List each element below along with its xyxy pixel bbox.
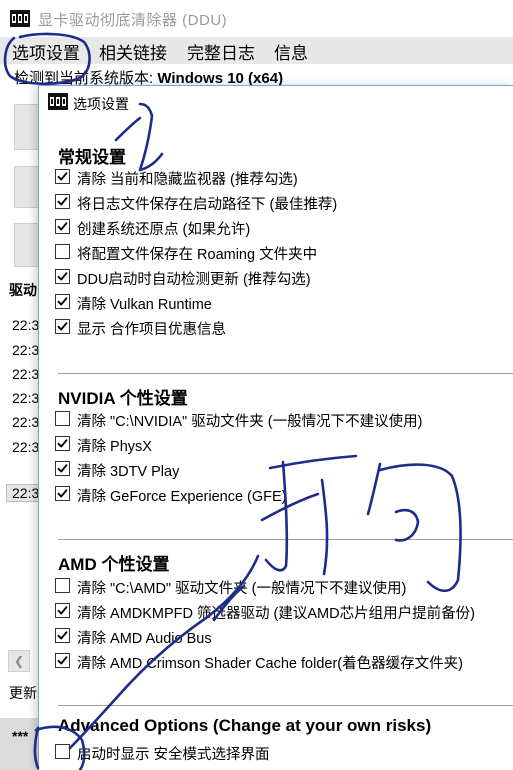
checkmark-icon	[57, 172, 68, 181]
checkmark-icon	[57, 439, 68, 448]
checkbox[interactable]	[55, 244, 70, 259]
masked-field: ***	[0, 718, 40, 770]
option-label: 清除 Vulkan Runtime	[77, 297, 212, 313]
option-label: 创建系统还原点 (如果允许)	[77, 222, 251, 238]
checkmark-icon	[57, 272, 68, 281]
log-row[interactable]: 22:3	[12, 439, 39, 455]
checkmark-icon	[57, 197, 68, 206]
checkbox[interactable]	[55, 436, 70, 451]
dialog-title: 选项设置	[73, 96, 129, 112]
checkbox[interactable]	[55, 411, 70, 426]
checkbox[interactable]	[55, 194, 70, 209]
section-general-title: 常规设置	[58, 148, 126, 167]
ddu-logo-icon	[10, 10, 30, 27]
option-label: 清除 PhysX	[77, 439, 152, 455]
checkmark-icon	[57, 489, 68, 498]
menu-options-settings[interactable]: 选项设置	[10, 39, 82, 64]
checkbox[interactable]	[55, 169, 70, 184]
log-label: 驱动	[9, 282, 37, 298]
status-label: 更新	[9, 685, 37, 701]
menu-bar: 选项设置 相关链接 完整日志 信息	[0, 37, 513, 64]
checkmark-icon	[57, 606, 68, 615]
log-row[interactable]: 22:3	[12, 390, 39, 406]
menu-info[interactable]: 信息	[272, 39, 310, 64]
checkmark-icon	[57, 222, 68, 231]
log-row[interactable]: 22:3	[12, 414, 39, 430]
option-label: 清除 "C:\AMD" 驱动文件夹 (一般情况下不建议使用)	[77, 581, 407, 597]
checkbox[interactable]	[55, 603, 70, 618]
section-advanced-title: Advanced Options (Change at your own ris…	[58, 716, 432, 735]
checkbox[interactable]	[55, 269, 70, 284]
option-label: 启动时显示 安全模式选择界面	[77, 747, 270, 763]
scroll-left-arrow-icon[interactable]: ❮	[8, 650, 30, 672]
option-label: 清除 3DTV Play	[77, 464, 180, 480]
menu-related-links[interactable]: 相关链接	[97, 39, 169, 64]
checkmark-icon	[57, 464, 68, 473]
log-row[interactable]: 22:3	[12, 366, 39, 382]
option-label: 清除 AMDKMPFD 筛选器驱动 (建议AMD芯片组用户提前备份)	[77, 606, 475, 622]
options-dialog: 选项设置 常规设置 清除 当前和隐藏监视器 (推荐勾选) 将日志文件保存在启动路…	[38, 85, 513, 770]
section-divider	[58, 539, 513, 540]
checkmark-icon	[57, 297, 68, 306]
option-label: DDU启动时自动检测更新 (推荐勾选)	[77, 272, 311, 288]
checkbox[interactable]	[55, 653, 70, 668]
checkmark-icon	[57, 656, 68, 665]
ddu-logo-icon	[48, 93, 68, 110]
option-label: 清除 "C:\NVIDIA" 驱动文件夹 (一般情况下不建议使用)	[77, 414, 423, 430]
checkbox[interactable]	[55, 219, 70, 234]
checkbox[interactable]	[55, 486, 70, 501]
checkmark-icon	[57, 322, 68, 331]
window-title: 显卡驱动彻底清除器 (DDU)	[38, 12, 228, 29]
checkbox[interactable]	[55, 319, 70, 334]
checkmark-icon	[57, 631, 68, 640]
option-label: 清除 GeForce Experience (GFE)	[77, 489, 287, 505]
menu-full-log[interactable]: 完整日志	[185, 39, 257, 64]
checkbox[interactable]	[55, 578, 70, 593]
option-label: 清除 AMD Crimson Shader Cache folder(着色器缓存…	[77, 656, 463, 672]
section-divider	[58, 705, 513, 706]
checkbox[interactable]	[55, 461, 70, 476]
option-label: 将日志文件保存在启动路径下 (最佳推荐)	[77, 197, 338, 213]
option-label: 清除 当前和隐藏监视器 (推荐勾选)	[77, 172, 298, 188]
masked-text: ***	[12, 728, 29, 744]
log-row[interactable]: 22:3	[12, 342, 39, 358]
checkbox[interactable]	[55, 294, 70, 309]
option-label: 清除 AMD Audio Bus	[77, 631, 212, 647]
section-amd-title: AMD 个性设置	[58, 555, 170, 574]
section-divider	[58, 373, 513, 374]
option-label: 显示 合作项目优惠信息	[77, 322, 227, 338]
main-titlebar: 显卡驱动彻底清除器 (DDU)	[0, 0, 513, 37]
checkbox[interactable]	[55, 744, 70, 759]
option-label: 将配置文件保存在 Roaming 文件夹中	[77, 247, 318, 263]
section-nvidia-title: NVIDIA 个性设置	[58, 389, 188, 408]
log-row[interactable]: 22:3	[12, 317, 39, 333]
checkbox[interactable]	[55, 628, 70, 643]
